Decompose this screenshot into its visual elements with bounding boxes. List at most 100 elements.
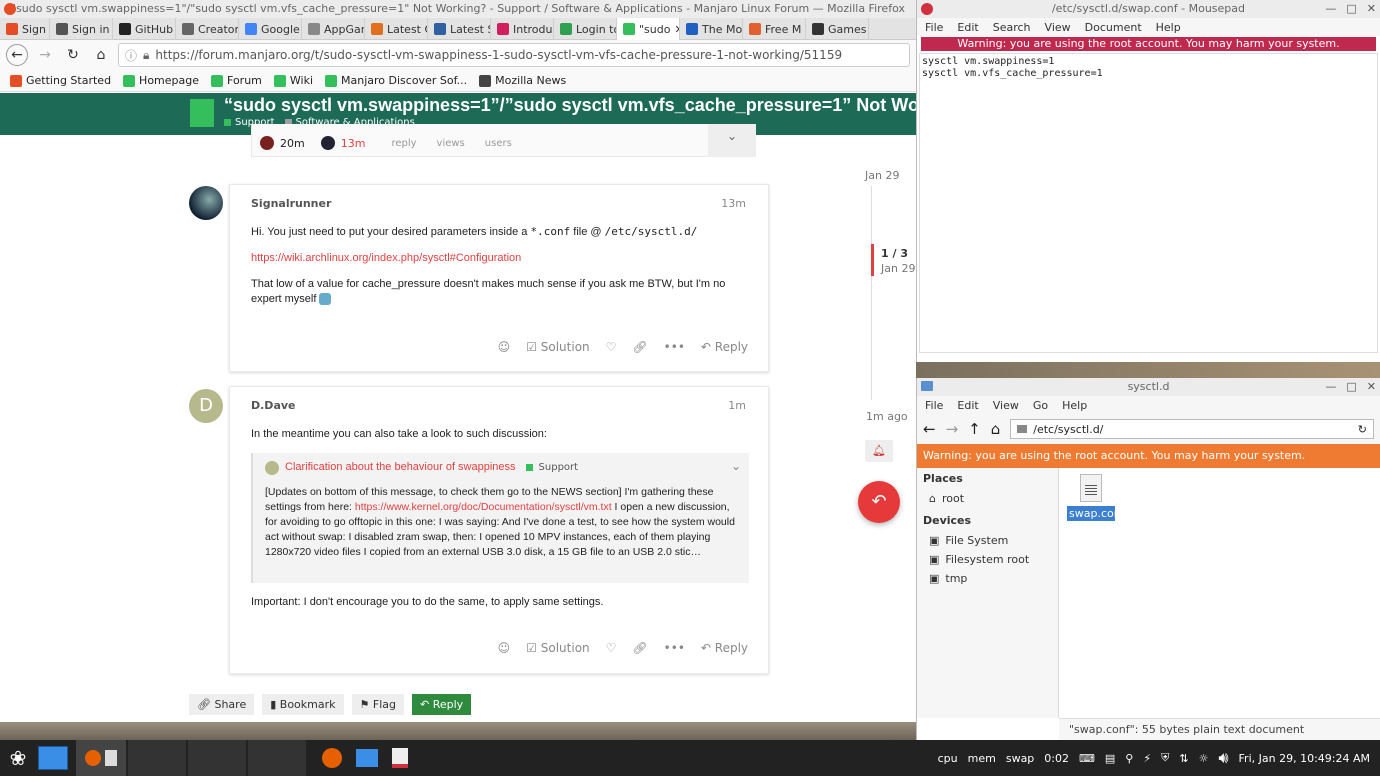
tab-3[interactable]: Creator bbox=[176, 18, 239, 40]
bookmark-0[interactable]: Getting Started bbox=[10, 74, 111, 87]
sidebar-item-tmp[interactable]: ▣ tmp bbox=[917, 569, 1058, 588]
menu-edit[interactable]: Edit bbox=[957, 21, 978, 34]
menu-file[interactable]: File bbox=[925, 21, 943, 34]
avatar-ddave[interactable]: D bbox=[189, 389, 223, 423]
keyboard-icon[interactable]: ⌨ bbox=[1079, 752, 1095, 765]
topic-reply-button[interactable]: ↶ Reply bbox=[411, 694, 472, 715]
minimize-icon[interactable]: — bbox=[1325, 0, 1336, 18]
file-item-swap-conf[interactable]: swap.conf bbox=[1067, 474, 1125, 521]
kernel-doc-link[interactable]: https://www.kernel.org/doc/Documentation… bbox=[355, 501, 612, 513]
post-username[interactable]: Signalrunner bbox=[251, 197, 331, 210]
reload-icon[interactable]: ↻ bbox=[1358, 423, 1367, 436]
file-manager-launcher-icon[interactable] bbox=[356, 749, 378, 767]
bookmark-1[interactable]: Homepage bbox=[123, 74, 199, 87]
flag-button[interactable]: ⚑ Flag bbox=[351, 694, 404, 715]
tab-1[interactable]: Sign in bbox=[50, 18, 113, 40]
timeline-handle[interactable] bbox=[871, 244, 874, 276]
manjaro-logo[interactable] bbox=[190, 99, 214, 127]
post-time[interactable]: 13m bbox=[721, 197, 746, 210]
menu-view[interactable]: View bbox=[1045, 21, 1071, 34]
tab-6[interactable]: Latest C bbox=[365, 18, 428, 40]
home-button[interactable]: ⌂ bbox=[90, 44, 112, 66]
app-menu-icon[interactable]: ❀ bbox=[0, 740, 36, 776]
menu-view[interactable]: View bbox=[993, 399, 1019, 412]
more-options-icon[interactable]: ••• bbox=[664, 641, 685, 655]
workspace-2[interactable] bbox=[76, 740, 126, 776]
bookmark-button[interactable]: ▮ Bookmark bbox=[262, 694, 344, 715]
topic-title[interactable]: “sudo sysctl vm.swappiness=1”/”sudo sysc… bbox=[224, 95, 916, 116]
maximize-icon[interactable]: □ bbox=[1346, 0, 1356, 18]
tab-12[interactable]: Free M bbox=[743, 18, 806, 40]
tab-13[interactable]: Games bbox=[806, 18, 869, 40]
brightness-icon[interactable]: ☼ bbox=[1199, 752, 1209, 765]
clipboard-icon[interactable]: ▤ bbox=[1105, 752, 1115, 765]
workspace-3[interactable] bbox=[128, 740, 186, 776]
timeline-top-date[interactable]: Jan 29 bbox=[865, 169, 899, 182]
sidebar-item-filesystem[interactable]: ▣ File System bbox=[917, 531, 1058, 550]
bookmark-2[interactable]: Forum bbox=[211, 74, 262, 87]
close-icon[interactable]: ✕ bbox=[1367, 0, 1376, 18]
bookmark-4[interactable]: Manjaro Discover Sof... bbox=[325, 74, 467, 87]
up-arrow-icon[interactable]: ↑ bbox=[968, 420, 981, 438]
tab-0[interactable]: Sign In bbox=[0, 18, 50, 40]
floating-reply-button[interactable]: ↶ bbox=[858, 481, 900, 523]
link-icon[interactable]: ⚲ bbox=[1125, 752, 1133, 765]
reload-button[interactable]: ↻ bbox=[62, 44, 84, 66]
share-link-icon[interactable]: 🔗︎ bbox=[632, 340, 647, 354]
post-time[interactable]: 1m bbox=[728, 399, 746, 412]
post-username[interactable]: D.Dave bbox=[251, 399, 296, 412]
workspace-4[interactable] bbox=[188, 740, 246, 776]
volume-icon[interactable]: 🔊︎ bbox=[1218, 748, 1228, 768]
text-editor[interactable]: sysctl vm.swappiness=1 sysctl vm.vfs_cac… bbox=[919, 53, 1378, 353]
menu-search[interactable]: Search bbox=[993, 21, 1031, 34]
forward-arrow-icon[interactable]: → bbox=[946, 420, 959, 438]
menu-document[interactable]: Document bbox=[1085, 21, 1142, 34]
tab-11[interactable]: The Mo bbox=[680, 18, 743, 40]
tab-9[interactable]: Login to bbox=[554, 18, 617, 40]
timeline-bottom[interactable]: 1m ago bbox=[866, 410, 908, 423]
mousepad-launcher-icon[interactable] bbox=[392, 748, 408, 768]
menu-go[interactable]: Go bbox=[1033, 399, 1048, 412]
close-icon[interactable]: ✕ bbox=[1367, 378, 1376, 396]
chevron-down-icon[interactable]: ⌄ bbox=[708, 124, 756, 157]
menu-file[interactable]: File bbox=[925, 399, 943, 412]
editor-line[interactable]: sysctl vm.vfs_cache_pressure=1 bbox=[922, 68, 1375, 80]
reply-button[interactable]: ↶ Reply bbox=[701, 340, 748, 354]
reply-button[interactable]: ↶ Reply bbox=[701, 641, 748, 655]
sidebar-item-filesystem-root[interactable]: ▣ Filesystem root bbox=[917, 550, 1058, 569]
emoji-reaction-icon[interactable]: ☺ bbox=[498, 340, 511, 354]
shield-icon[interactable]: ⛨ bbox=[1161, 751, 1169, 765]
menu-edit[interactable]: Edit bbox=[957, 399, 978, 412]
swap-monitor[interactable]: swap bbox=[1006, 752, 1034, 765]
back-button[interactable]: ← bbox=[6, 44, 28, 66]
editor-line[interactable]: sysctl vm.swappiness=1 bbox=[922, 56, 1375, 68]
tab-5[interactable]: AppGar bbox=[302, 18, 365, 40]
archwiki-link[interactable]: https://wiki.archlinux.org/index.php/sys… bbox=[251, 251, 521, 266]
location-bar[interactable]: /etc/sysctl.d/ ↻ bbox=[1010, 419, 1374, 439]
avatar-signalrunner[interactable] bbox=[189, 186, 223, 220]
solution-button[interactable]: ☑ Solution bbox=[526, 641, 589, 655]
tab-10[interactable]: "sudo✕ bbox=[617, 18, 680, 40]
home-icon[interactable]: ⌂ bbox=[991, 420, 1001, 438]
lock-icon[interactable]: 🔒︎ bbox=[143, 48, 149, 63]
menu-help[interactable]: Help bbox=[1156, 21, 1181, 34]
menu-help[interactable]: Help bbox=[1062, 399, 1087, 412]
solution-button[interactable]: ☑ Solution bbox=[526, 340, 589, 354]
bookmark-3[interactable]: Wiki bbox=[273, 74, 313, 87]
mem-monitor[interactable]: mem bbox=[968, 752, 996, 765]
sidebar-item-root[interactable]: ⌂ root bbox=[917, 489, 1058, 508]
quote-title-link[interactable]: Clarification about the behaviour of swa… bbox=[285, 460, 516, 475]
tab-4[interactable]: Google bbox=[239, 18, 302, 40]
info-icon[interactable]: ⓘ bbox=[125, 47, 137, 64]
tab-2[interactable]: GitHub bbox=[113, 18, 176, 40]
back-arrow-icon[interactable]: ← bbox=[923, 420, 936, 438]
forward-button[interactable]: → bbox=[34, 44, 56, 66]
url-bar[interactable]: ⓘ 🔒︎ https://forum.manjaro.org/t/sudo-sy… bbox=[118, 43, 910, 67]
bookmark-5[interactable]: Mozilla News bbox=[479, 74, 566, 87]
tab-8[interactable]: Introdu bbox=[491, 18, 554, 40]
clock[interactable]: Fri, Jan 29, 10:49:24 AM bbox=[1239, 752, 1370, 765]
firefox-launcher-icon[interactable] bbox=[322, 748, 342, 768]
workspace-5[interactable] bbox=[248, 740, 306, 776]
workspace-1[interactable] bbox=[38, 746, 68, 770]
chevron-down-icon[interactable]: ⌄ bbox=[731, 459, 741, 473]
